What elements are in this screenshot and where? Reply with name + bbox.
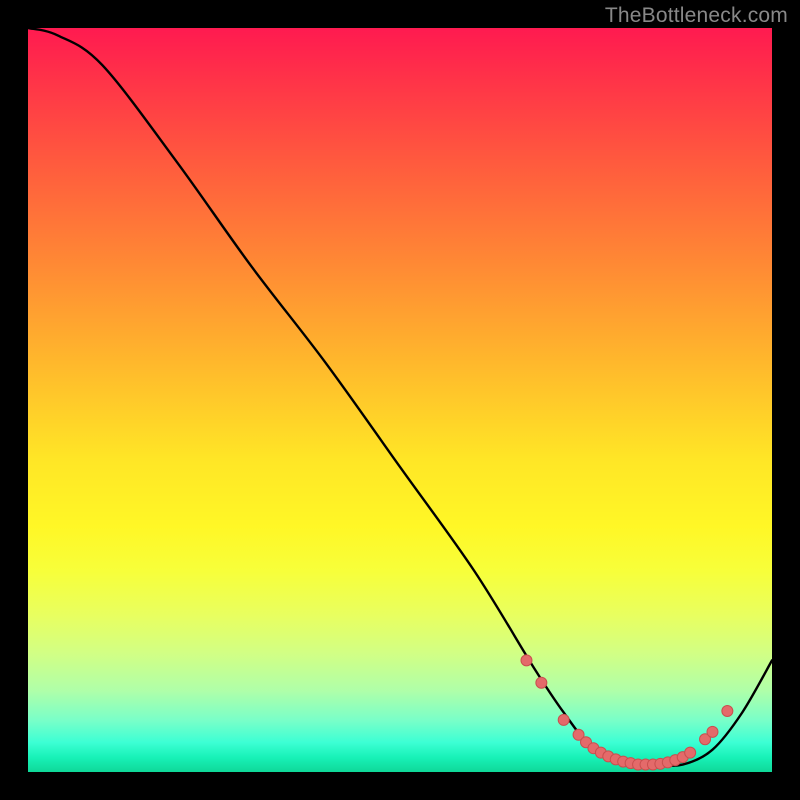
highlight-dot [722,705,733,716]
highlight-dots [521,655,733,770]
highlight-dot [707,726,718,737]
highlight-dot [536,677,547,688]
chart-plot-area [28,28,772,772]
highlight-dot [558,714,569,725]
highlight-dot [521,655,532,666]
bottleneck-curve [28,28,772,766]
highlight-dot [685,747,696,758]
chart-svg [28,28,772,772]
chart-frame: TheBottleneck.com [0,0,800,800]
watermark-text: TheBottleneck.com [605,4,788,28]
